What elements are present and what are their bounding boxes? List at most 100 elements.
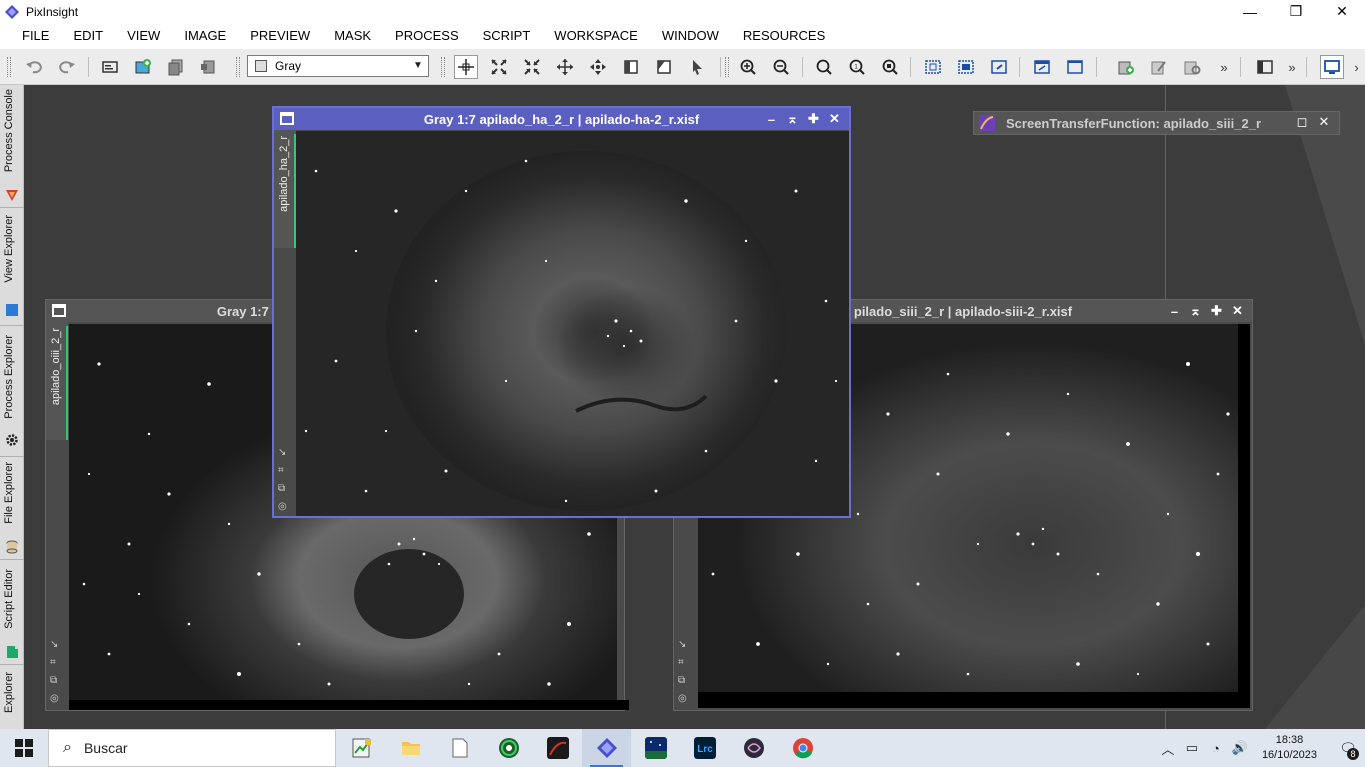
view-tab-ha[interactable]: apilado_ha_2_r (274, 130, 296, 248)
pan-mode-button[interactable] (553, 55, 577, 79)
sidebar-tab-process-console[interactable]: Process Console (0, 85, 24, 208)
chevron-down-icon[interactable]: ▼ (410, 58, 426, 74)
toolbar-grip[interactable] (725, 57, 729, 77)
image-properties-button[interactable] (98, 55, 122, 79)
window-shade-button[interactable]: ⌅ (782, 111, 803, 127)
fullscreen-button[interactable] (1063, 55, 1087, 79)
toolbar-grip[interactable] (236, 57, 240, 77)
menu-mask[interactable]: MASK (322, 23, 383, 49)
sidebar-tab-process-explorer[interactable]: Process Explorer (0, 327, 24, 457)
toolbar-overflow-button[interactable]: » (1212, 55, 1236, 79)
menu-window[interactable]: WINDOW (650, 23, 731, 49)
toolbar-overflow-button[interactable]: › (1348, 55, 1365, 79)
sidebar-tab-script-editor[interactable]: Script Editor (0, 561, 24, 665)
target-icon[interactable]: ◎ (278, 498, 287, 516)
taskbar-app-notepad-chart[interactable] (337, 729, 386, 767)
menu-file[interactable]: FILE (10, 23, 61, 49)
new-preview-button[interactable] (619, 55, 643, 79)
maximize-view-button[interactable] (1030, 55, 1054, 79)
menu-edit[interactable]: EDIT (61, 23, 115, 49)
menu-resources[interactable]: RESOURCES (731, 23, 837, 49)
menu-preview[interactable]: PREVIEW (238, 23, 322, 49)
minimize-button[interactable]: — (1227, 0, 1273, 23)
window-title-bar[interactable]: Gray 1:7 apilado_ha_2_r | apilado-ha-2_r… (274, 108, 849, 130)
fit-window-button[interactable] (954, 55, 978, 79)
new-image-button[interactable] (131, 55, 155, 79)
taskbar-app-document[interactable] (435, 729, 484, 767)
taskbar-search[interactable]: ⌕ Buscar (48, 729, 336, 767)
restore-button[interactable]: ❐ (1273, 0, 1319, 23)
zoom-in-button[interactable] (736, 55, 760, 79)
start-button[interactable] (0, 729, 48, 767)
taskbar-app-chrome[interactable] (778, 729, 827, 767)
fit-icon[interactable]: ⌗ (678, 654, 687, 672)
taskbar-app-file-explorer[interactable] (386, 729, 435, 767)
zoom-out-mode-button[interactable] (520, 55, 544, 79)
fit-view-button[interactable] (921, 55, 945, 79)
auto-fit-icon[interactable]: ↘ (678, 636, 687, 654)
menu-view[interactable]: VIEW (115, 23, 172, 49)
toolbar-grip[interactable] (7, 57, 11, 77)
menu-image[interactable]: IMAGE (172, 23, 238, 49)
auto-fit-icon[interactable]: ↘ (50, 636, 59, 654)
taskbar-app-galaxy[interactable] (729, 729, 778, 767)
center-mode-button[interactable] (586, 55, 610, 79)
undo-button[interactable] (22, 55, 46, 79)
taskbar-app-pixinsight[interactable] (582, 729, 631, 767)
zoom-optimal-button[interactable] (878, 55, 902, 79)
fit-icon[interactable]: ⌗ (278, 462, 287, 480)
window-maximize-button[interactable]: ✚ (803, 111, 824, 127)
auto-fit-button[interactable] (987, 55, 1011, 79)
stf-close-button[interactable]: ✕ (1313, 114, 1335, 130)
menu-process[interactable]: PROCESS (383, 23, 471, 49)
clock[interactable]: 18:38 16/10/2023 (1262, 733, 1317, 763)
workspace-button[interactable] (1320, 55, 1344, 79)
copy-icon[interactable]: ⧉ (678, 672, 687, 690)
volume-icon[interactable]: 🔊 (1228, 740, 1252, 756)
target-icon[interactable]: ◎ (50, 690, 59, 708)
window-shade-button[interactable]: ⌅ (1185, 303, 1206, 319)
extract-image-button[interactable] (196, 55, 220, 79)
taskbar-app-stellarium[interactable] (631, 729, 680, 767)
redo-button[interactable] (55, 55, 79, 79)
taskbar-app-lightroom[interactable]: Lrc (680, 729, 729, 767)
zoom-fit-button[interactable] (812, 55, 836, 79)
wifi-icon[interactable]: ◔ (1204, 741, 1228, 756)
window-maximize-button[interactable]: ✚ (1206, 303, 1227, 319)
close-button[interactable]: ✕ (1319, 0, 1365, 23)
sidebar-tab-file-explorer[interactable]: File Explorer (0, 458, 24, 560)
sidebar-tab-view-explorer[interactable]: View Explorer (0, 209, 24, 326)
target-icon[interactable]: ◎ (678, 690, 687, 708)
duplicate-image-button[interactable] (164, 55, 188, 79)
zoom-out-button[interactable] (769, 55, 793, 79)
layout-button[interactable] (1253, 55, 1277, 79)
notification-center-button[interactable]: 🗨 8 (1331, 729, 1365, 767)
edit-icon-button[interactable] (1147, 55, 1171, 79)
toolbar-overflow-button[interactable]: » (1280, 55, 1304, 79)
zoom-1-1-button[interactable]: 1 (845, 55, 869, 79)
fit-icon[interactable]: ⌗ (50, 654, 59, 672)
stf-float-button[interactable]: ◻ (1291, 114, 1313, 130)
image-canvas-ha[interactable] (296, 131, 849, 516)
taskbar-app-astro[interactable] (533, 729, 582, 767)
view-tab-oiii[interactable]: apilado_oiii_2_r (46, 322, 68, 440)
taskbar-app-phd[interactable] (484, 729, 533, 767)
stf-tool-window[interactable]: ScreenTransferFunction: apilado_siii_2_r… (973, 111, 1340, 135)
sidebar-tab-explorer[interactable]: Explorer (0, 666, 24, 729)
dynamic-operation-button[interactable] (685, 55, 709, 79)
auto-fit-icon[interactable]: ↘ (278, 444, 287, 462)
readout-mode-button[interactable] (454, 55, 478, 79)
zoom-in-mode-button[interactable] (487, 55, 511, 79)
copy-icon[interactable]: ⧉ (278, 480, 287, 498)
copy-icon[interactable]: ⧉ (50, 672, 59, 690)
menu-workspace[interactable]: WORKSPACE (542, 23, 650, 49)
image-window-ha[interactable]: Gray 1:7 apilado_ha_2_r | apilado-ha-2_r… (272, 106, 851, 518)
new-icon-button[interactable] (1114, 55, 1138, 79)
display-channel-select[interactable]: Gray ▼ (247, 55, 429, 77)
window-close-button[interactable]: ✕ (1227, 303, 1248, 319)
toolbar-grip[interactable] (441, 57, 445, 77)
process-settings-button[interactable] (1180, 55, 1204, 79)
menu-script[interactable]: SCRIPT (471, 23, 543, 49)
edit-preview-button[interactable] (652, 55, 676, 79)
window-minimize-button[interactable]: – (761, 112, 782, 127)
